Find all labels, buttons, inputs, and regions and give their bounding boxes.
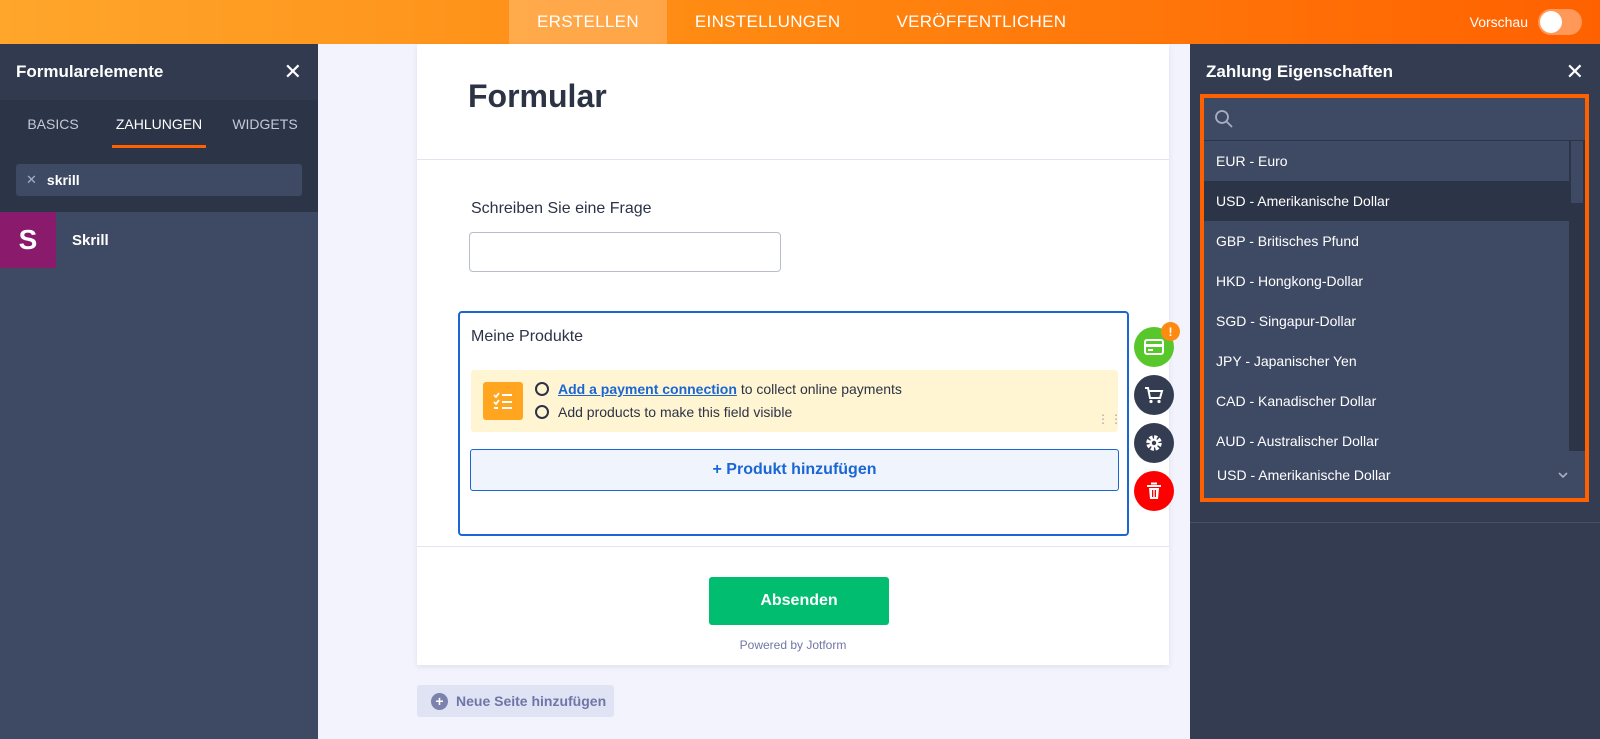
top-bar: ERSTELLEN EINSTELLUNGEN VERÖFFENTLICHEN …	[0, 0, 1600, 44]
element-tabs: BASICS ZAHLUNGEN WIDGETS	[0, 100, 318, 148]
close-icon[interactable]: ✕	[1566, 61, 1584, 83]
tab-widgets[interactable]: WIDGETS	[212, 100, 318, 148]
notice-row-connection: Add a payment connection to collect onli…	[535, 381, 902, 397]
divider	[1190, 522, 1600, 523]
add-product-button[interactable]: + Produkt hinzufügen	[470, 449, 1119, 491]
search-value: skrill	[46, 172, 80, 188]
left-panel-header: Formularelemente ✕	[0, 44, 318, 100]
payment-notice: Add a payment connection to collect onli…	[471, 370, 1118, 432]
currency-option-eur[interactable]: EUR - Euro	[1204, 141, 1569, 181]
delete-field-button[interactable]	[1134, 471, 1174, 511]
checklist-icon	[483, 382, 523, 420]
right-panel-title: Zahlung Eigenschaften	[1206, 62, 1394, 81]
preview-label: Vorschau	[1469, 14, 1528, 30]
divider	[417, 546, 1169, 547]
question-label[interactable]: Schreiben Sie eine Frage	[471, 200, 652, 218]
currency-selected-value: USD - Amerikanische Dollar	[1217, 466, 1391, 483]
main-tabs: ERSTELLEN EINSTELLUNGEN VERÖFFENTLICHEN	[509, 0, 1094, 44]
currency-select[interactable]: USD - Amerikanische Dollar	[1204, 451, 1585, 498]
currency-list-scrollbar[interactable]	[1569, 141, 1585, 451]
submit-button[interactable]: Absenden	[709, 577, 889, 625]
currency-option-cad[interactable]: CAD - Kanadischer Dollar	[1204, 381, 1569, 421]
currency-search-input[interactable]	[1204, 98, 1585, 141]
trash-icon	[1147, 482, 1161, 499]
notice-text: Add products to make this field visible	[558, 404, 793, 420]
add-new-page-button[interactable]: + Neue Seite hinzufügen	[417, 685, 614, 717]
currency-options-list: EUR - Euro USD - Amerikanische Dollar GB…	[1204, 141, 1569, 451]
element-search-input[interactable]: ✕ skrill	[16, 164, 302, 196]
drag-handle-icon[interactable]: ⋮⋮	[1097, 413, 1123, 425]
currency-option-usd[interactable]: USD - Amerikanische Dollar	[1204, 181, 1569, 221]
currency-option-jpy[interactable]: JPY - Japanischer Yen	[1204, 341, 1569, 381]
preview-toggle[interactable]	[1538, 9, 1582, 35]
scrollbar-thumb[interactable]	[1571, 141, 1583, 203]
tab-einstellungen[interactable]: EINSTELLUNGEN	[667, 0, 869, 44]
gear-icon	[1146, 435, 1162, 451]
currency-option-sgd[interactable]: SGD - Singapur-Dollar	[1204, 301, 1569, 341]
products-button[interactable]	[1134, 375, 1174, 415]
question-input[interactable]	[469, 232, 781, 272]
tab-basics[interactable]: BASICS	[0, 100, 106, 148]
add-payment-connection-link[interactable]: Add a payment connection	[558, 381, 737, 397]
payment-properties-panel: Zahlung Eigenschaften ✕ EUR - Euro USD -…	[1190, 44, 1600, 739]
search-icon	[1215, 110, 1233, 128]
products-title[interactable]: Meine Produkte	[471, 328, 583, 346]
form-title[interactable]: Formular	[468, 78, 607, 115]
currency-option-gbp[interactable]: GBP - Britisches Pfund	[1204, 221, 1569, 261]
warning-badge: !	[1161, 322, 1180, 341]
radio-icon	[535, 405, 549, 419]
element-item-skrill[interactable]: S Skrill	[0, 212, 318, 268]
chevron-down-icon	[1558, 471, 1568, 478]
field-settings-button[interactable]	[1134, 423, 1174, 463]
currency-option-hkd[interactable]: HKD - Hongkong-Dollar	[1204, 261, 1569, 301]
right-panel-header: Zahlung Eigenschaften ✕	[1190, 44, 1600, 100]
tab-zahlungen[interactable]: ZAHLUNGEN	[106, 100, 212, 148]
currency-option-aud[interactable]: AUD - Australischer Dollar	[1204, 421, 1569, 451]
plus-icon: +	[431, 692, 448, 710]
close-icon[interactable]: ✕	[284, 61, 302, 83]
radio-icon	[535, 382, 549, 396]
powered-by-text: Powered by Jotform	[739, 638, 847, 652]
form-elements-panel: Formularelemente ✕ BASICS ZAHLUNGEN WIDG…	[0, 44, 318, 739]
clear-search-icon[interactable]: ✕	[26, 172, 37, 188]
preview-control: Vorschau	[1470, 9, 1582, 35]
divider	[417, 159, 1169, 160]
tab-erstellen[interactable]: ERSTELLEN	[509, 0, 667, 44]
cart-icon	[1145, 387, 1164, 404]
notice-text: to collect online payments	[740, 381, 902, 397]
skrill-logo-icon: S	[0, 212, 56, 268]
left-panel-title: Formularelemente	[16, 62, 164, 81]
tab-veroeffentlichen[interactable]: VERÖFFENTLICHEN	[869, 0, 1095, 44]
form-card: Formular Schreiben Sie eine Frage Meine …	[417, 44, 1169, 665]
new-page-label: Neue Seite hinzufügen	[456, 693, 607, 709]
element-item-label: Skrill	[72, 231, 109, 249]
currency-dropdown: EUR - Euro USD - Amerikanische Dollar GB…	[1200, 94, 1589, 502]
notice-row-products: Add products to make this field visible	[535, 404, 792, 420]
products-field[interactable]: Meine Produkte Add a payment connection …	[458, 311, 1129, 536]
credit-card-icon	[1144, 339, 1164, 355]
element-search-wrap: ✕ skrill	[0, 148, 318, 212]
